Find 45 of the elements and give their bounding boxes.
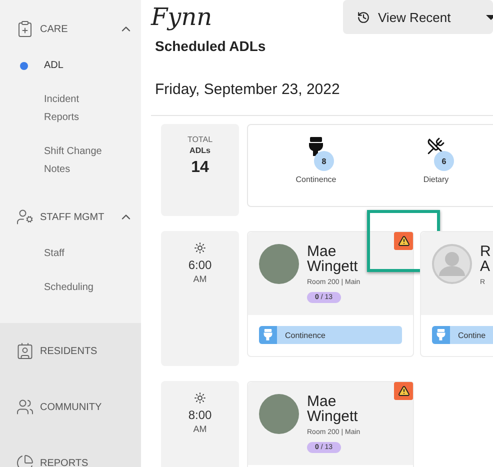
category-label: Continence <box>296 175 336 184</box>
user-gear-icon <box>16 208 34 226</box>
utensils-icon <box>427 137 445 155</box>
total-count: 14 <box>191 159 209 177</box>
time-label: 6:00 <box>188 258 212 272</box>
toilet-icon <box>308 137 324 157</box>
history-icon <box>357 10 370 24</box>
nav-item[interactable]: Incident Reports <box>44 91 106 127</box>
date-heading: Friday, September 23, 2022 <box>155 81 341 98</box>
time-label: 8:00 <box>188 408 212 422</box>
nav-item[interactable]: Shift Change Notes <box>44 143 106 179</box>
pie-chart-icon <box>16 454 34 467</box>
toilet-icon <box>436 329 446 341</box>
category-label: Dietary <box>423 175 449 184</box>
clipboard-icon <box>16 20 34 38</box>
section-label[interactable]: CARE <box>40 24 113 34</box>
nav-link[interactable]: RESIDENTS <box>40 346 98 356</box>
nav-item[interactable]: Staff <box>44 245 106 263</box>
view-recent-button[interactable]: View Recent <box>343 0 493 34</box>
count-badge: 8 <box>314 151 334 171</box>
warning-icon <box>398 385 410 397</box>
total-label: TOTAL <box>187 135 213 144</box>
toilet-icon <box>263 329 273 341</box>
count-badge: 6 <box>434 151 454 171</box>
adl-tag[interactable]: Continence <box>259 326 402 344</box>
nav-item[interactable]: Scheduling <box>44 279 106 297</box>
resident-name: R A <box>480 244 491 274</box>
resident-name: Mae Wingett <box>307 244 359 274</box>
period-label: AM <box>193 274 207 284</box>
nav-item[interactable]: ADL <box>44 57 106 75</box>
resident-name: Mae Wingett <box>307 394 359 424</box>
section-label[interactable]: STAFF MGMT <box>40 212 113 222</box>
people-icon <box>16 398 34 416</box>
logo: Fynn <box>151 3 212 31</box>
caret-icon <box>486 14 493 20</box>
period-label: AM <box>193 424 207 434</box>
nav-link[interactable]: REPORTS <box>40 458 88 467</box>
total-unit: ADLs <box>190 146 210 155</box>
nav-link[interactable]: COMMUNITY <box>40 402 102 412</box>
adl-tag[interactable]: Contine <box>432 326 493 344</box>
sun-icon <box>194 392 206 404</box>
page-title: Scheduled ADLs <box>155 38 267 54</box>
warning-icon <box>398 235 410 247</box>
sun-icon <box>194 242 206 254</box>
id-card-icon <box>16 342 34 360</box>
